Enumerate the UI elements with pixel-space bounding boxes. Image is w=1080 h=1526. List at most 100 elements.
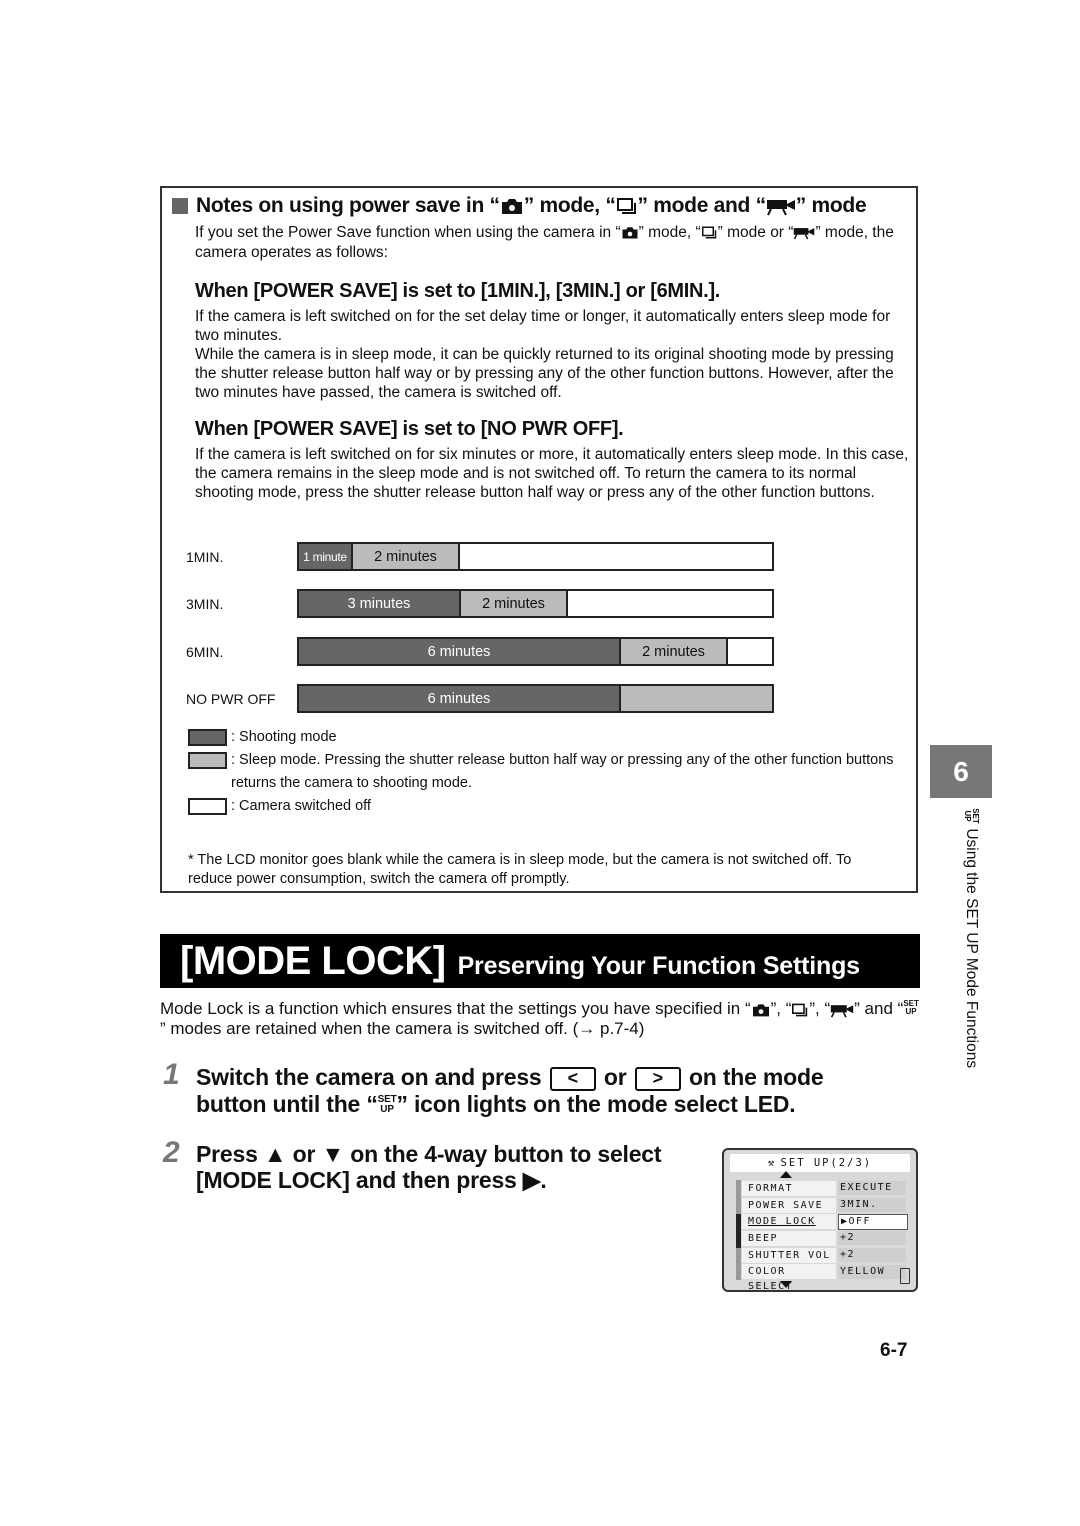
timeline-row-label: 1MIN. bbox=[186, 549, 224, 565]
timeline-row-label: NO PWR OFF bbox=[186, 691, 276, 707]
mode-lock-intro: Mode Lock is a function which ensures th… bbox=[160, 999, 920, 1039]
chapter-tab: 6 bbox=[930, 745, 992, 798]
setup-wrench-icon: ⚒ bbox=[767, 1157, 781, 1169]
legend-sleep: : Sleep mode. Pressing the shutter relea… bbox=[188, 752, 901, 795]
section1-paragraph: While the camera is in sleep mode, it ca… bbox=[195, 346, 894, 401]
notes-title-text: ” mode bbox=[795, 194, 867, 217]
section1-heading: When [POWER SAVE] is set to [1MIN.], [3M… bbox=[195, 280, 721, 302]
legend-shooting: : Shooting mode bbox=[188, 729, 901, 749]
intro-text: ”, “ bbox=[809, 999, 831, 1018]
timeline-segment-off bbox=[728, 639, 772, 664]
lcd-menu-list: FORMAT EXECUTE POWER SAVE 3MIN. MODE LOCK ▶OF… bbox=[742, 1180, 910, 1292]
lcd-menu-key: COLOR SELECT bbox=[742, 1264, 836, 1292]
lcd-menu-row: POWER SAVE 3MIN. bbox=[742, 1197, 910, 1214]
lcd-menu-value: YELLOW bbox=[838, 1264, 906, 1279]
notes-intro: If you set the Power Save function when … bbox=[195, 223, 905, 263]
timeline-bar: 3 minutes 2 minutes bbox=[297, 589, 774, 618]
lcd-scroll-thumb bbox=[736, 1214, 741, 1248]
intro-text: ” mode or “ bbox=[717, 224, 794, 241]
camera-icon bbox=[501, 199, 522, 214]
intro-text: ”, “ bbox=[770, 999, 792, 1018]
lcd-menu-row: SHUTTER VOL +2 bbox=[742, 1247, 910, 1264]
movie-icon bbox=[766, 200, 795, 216]
timeline-segment-shooting: 6 minutes bbox=[299, 686, 621, 711]
timeline-segment-off bbox=[568, 591, 772, 616]
timeline-segment-sleep: 2 minutes bbox=[621, 639, 728, 664]
up-arrow-icon: ▲ bbox=[263, 1141, 287, 1167]
scroll-down-icon bbox=[780, 1281, 792, 1288]
lcd-menu-value: +2 bbox=[838, 1231, 906, 1246]
intro-text: ” modes are retained when the camera is … bbox=[160, 1019, 645, 1038]
lcd-menu-row: BEEP +2 bbox=[742, 1230, 910, 1247]
square-bullet-icon bbox=[172, 198, 188, 214]
shooting-swatch bbox=[188, 729, 227, 746]
notes-title-text: Notes on using power save in “ bbox=[196, 194, 500, 217]
down-arrow-icon: ▼ bbox=[321, 1141, 345, 1167]
battery-icon bbox=[900, 1268, 910, 1284]
lcd-menu-value: +2 bbox=[838, 1248, 906, 1263]
setup-icon: SET UP bbox=[963, 808, 980, 824]
lcd-menu-key: BEEP bbox=[742, 1230, 836, 1246]
intro-text: ” mode, “ bbox=[638, 224, 701, 241]
continuous-shooting-icon bbox=[792, 1003, 808, 1016]
timeline-row-label: 6MIN. bbox=[186, 644, 224, 660]
lcd-menu-row: COLOR SELECT YELLOW bbox=[742, 1263, 910, 1292]
notes-title: Notes on using power save in “ ” mode, “… bbox=[172, 194, 867, 218]
lcd-menu-key: MODE LOCK bbox=[742, 1214, 836, 1230]
step-2: Press ▲ or ▼ on the 4-way button to sele… bbox=[196, 1141, 706, 1193]
power-save-notes-box: Notes on using power save in “ ” mode, “… bbox=[160, 186, 918, 893]
step-text: Press bbox=[196, 1141, 258, 1167]
section2-body: If the camera is left switched on for si… bbox=[195, 446, 909, 501]
lcd-title: ⚒ SET UP(2/3) bbox=[730, 1154, 910, 1172]
chapter-side-label: SET UP Using the SET UP Mode Functions bbox=[962, 808, 980, 1068]
timeline-segment-shooting: 3 minutes bbox=[299, 591, 461, 616]
legend-off: : Camera switched off bbox=[188, 798, 901, 818]
scroll-up-icon bbox=[780, 1171, 792, 1178]
timeline-row-label: 3MIN. bbox=[186, 596, 224, 612]
timeline-segment-sleep: 2 minutes bbox=[353, 544, 460, 569]
continuous-shooting-icon bbox=[701, 226, 716, 239]
section-subtitle: Preserving Your Function Settings bbox=[457, 952, 860, 980]
legend-text: : Camera switched off bbox=[231, 798, 371, 814]
camera-icon bbox=[752, 1003, 769, 1016]
lcd-menu-key: POWER SAVE bbox=[742, 1197, 836, 1213]
notes-title-text: ” mode and “ bbox=[637, 194, 767, 217]
movie-icon bbox=[830, 1004, 854, 1018]
lcd-menu-value: EXECUTE bbox=[838, 1181, 906, 1196]
lcd-title-text: SET UP(2/3) bbox=[780, 1157, 873, 1169]
step-number: 2 bbox=[163, 1136, 180, 1169]
footnote: * The LCD monitor goes blank while the c… bbox=[188, 852, 852, 887]
section-heading-bar: [MODE LOCK] Preserving Your Function Set… bbox=[160, 934, 920, 988]
section1-paragraph: If the camera is left switched on for th… bbox=[195, 308, 891, 344]
setup-icon: SET UP bbox=[377, 1093, 397, 1115]
step-text: Switch the camera on and press bbox=[196, 1064, 542, 1090]
timeline-bar: 1 minute 2 minutes bbox=[297, 542, 774, 571]
continuous-shooting-icon bbox=[616, 198, 636, 214]
section2-heading: When [POWER SAVE] is set to [NO PWR OFF]… bbox=[195, 418, 624, 440]
chapter-label-text: Using the SET UP Mode Functions bbox=[963, 828, 980, 1069]
step-1: Switch the camera on and press < or > on… bbox=[196, 1064, 896, 1117]
camera-icon bbox=[622, 227, 638, 239]
timeline-bar: 6 minutes 2 minutes bbox=[297, 637, 774, 666]
lcd-setup-screen: ⚒ SET UP(2/3) FORMAT EXECUTE POWER SAVE 3MI… bbox=[722, 1148, 918, 1292]
off-swatch bbox=[188, 798, 227, 815]
step-text: or bbox=[603, 1064, 627, 1090]
timeline-segment-off bbox=[460, 544, 772, 569]
timeline-bar: 6 minutes bbox=[297, 684, 774, 713]
lcd-menu-value: ▶OFF bbox=[838, 1213, 908, 1230]
lcd-menu-key: FORMAT bbox=[742, 1180, 836, 1196]
page-number: 6-7 bbox=[880, 1340, 908, 1361]
timeline-segment-sleep: 2 minutes bbox=[461, 591, 568, 616]
step-text: or bbox=[292, 1141, 316, 1167]
sleep-swatch bbox=[188, 752, 227, 769]
section1-body: If the camera is left switched on for th… bbox=[195, 307, 913, 402]
lcd-menu-row: FORMAT EXECUTE bbox=[742, 1180, 910, 1197]
movie-icon bbox=[794, 228, 815, 240]
step-text: ” icon lights on the mode select LED. bbox=[396, 1090, 796, 1117]
timeline-segment-sleep bbox=[621, 686, 772, 711]
setup-icon: SET UP bbox=[903, 999, 919, 1016]
step-text: . bbox=[540, 1167, 547, 1193]
timeline-segment-shooting: 1 minute bbox=[299, 544, 353, 569]
legend-text: : Sleep mode. Pressing the shutter relea… bbox=[231, 752, 894, 791]
lcd-menu-key: SHUTTER VOL bbox=[742, 1247, 836, 1263]
